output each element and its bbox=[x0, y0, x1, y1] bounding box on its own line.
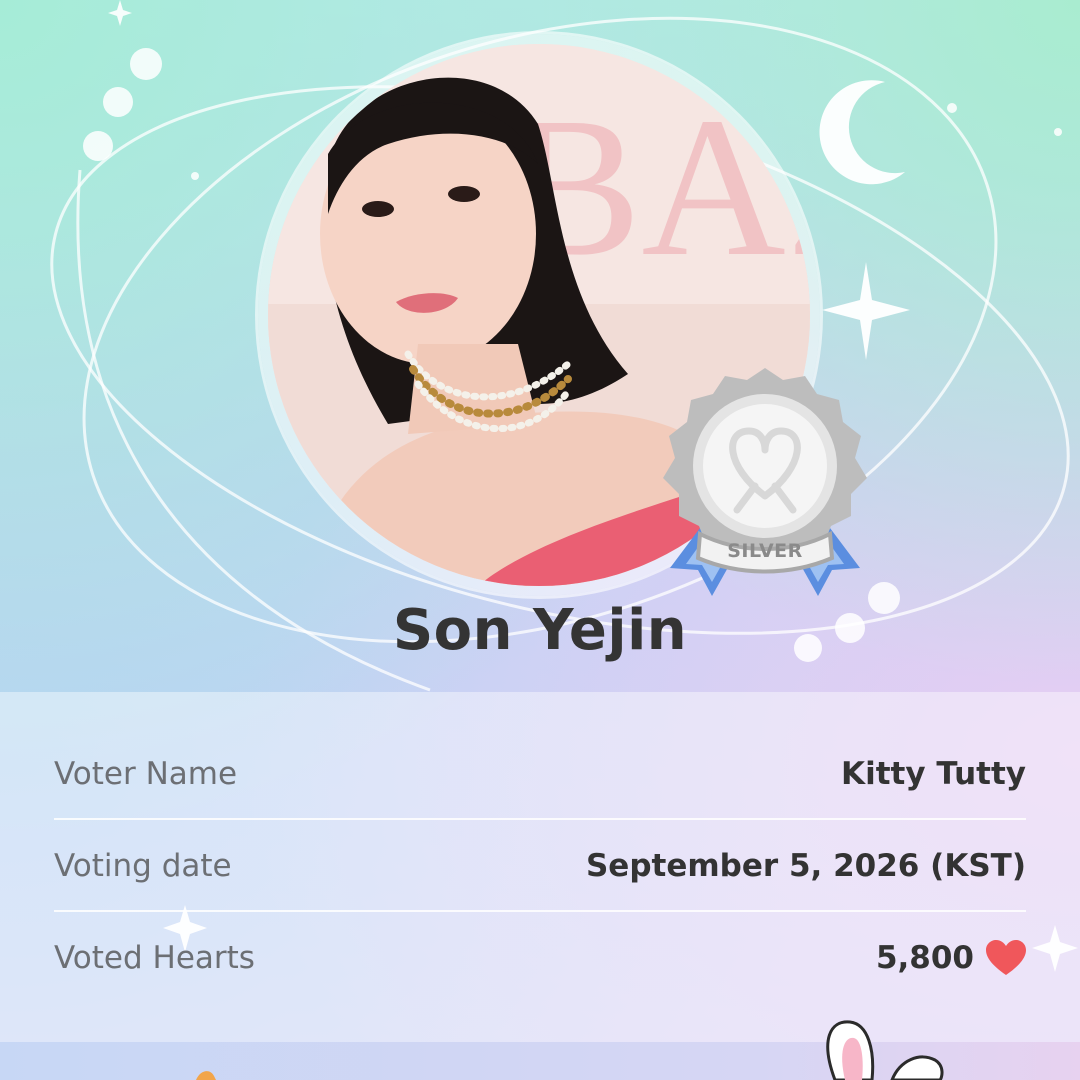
orbit-dot bbox=[191, 172, 199, 180]
voted-hearts-value: 5,800 bbox=[875, 940, 974, 976]
voted-hearts-value-wrap: 5,800 bbox=[876, 940, 1026, 976]
voting-date-label: Voting date bbox=[54, 848, 232, 884]
orbit-dot bbox=[103, 87, 133, 117]
vote-details-panel: Voter Name Kitty Tutty Voting date Septe… bbox=[0, 692, 1080, 1042]
orbit-dot bbox=[130, 48, 162, 80]
sparkle-icon bbox=[108, 0, 132, 26]
voter-name-label: Voter Name bbox=[54, 756, 238, 792]
voting-date-row: Voting date September 5, 2026 (KST) bbox=[54, 820, 1026, 912]
heart-icon bbox=[986, 940, 1026, 975]
orbit-dot bbox=[83, 131, 113, 161]
voted-hearts-label: Voted Hearts bbox=[54, 940, 255, 976]
voting-date-value: September 5, 2026 (KST) bbox=[585, 848, 1026, 884]
voter-name-row: Voter Name Kitty Tutty bbox=[54, 728, 1026, 820]
voted-hearts-row: Voted Hearts 5,800 bbox=[54, 912, 1026, 1004]
idol-name: Son Yejin bbox=[392, 598, 688, 663]
voter-name-value: Kitty Tutty bbox=[841, 756, 1026, 792]
moon-icon bbox=[819, 80, 905, 185]
badge-tier-label: SILVER bbox=[727, 540, 803, 562]
orbit-dot bbox=[947, 103, 957, 113]
silver-badge: SILVER bbox=[660, 368, 870, 608]
orbit-dot bbox=[1054, 128, 1062, 136]
vote-certificate-card: BAZ bbox=[0, 0, 1080, 1080]
bottom-strip bbox=[0, 1042, 1080, 1080]
sparkle-icon bbox=[822, 262, 910, 360]
